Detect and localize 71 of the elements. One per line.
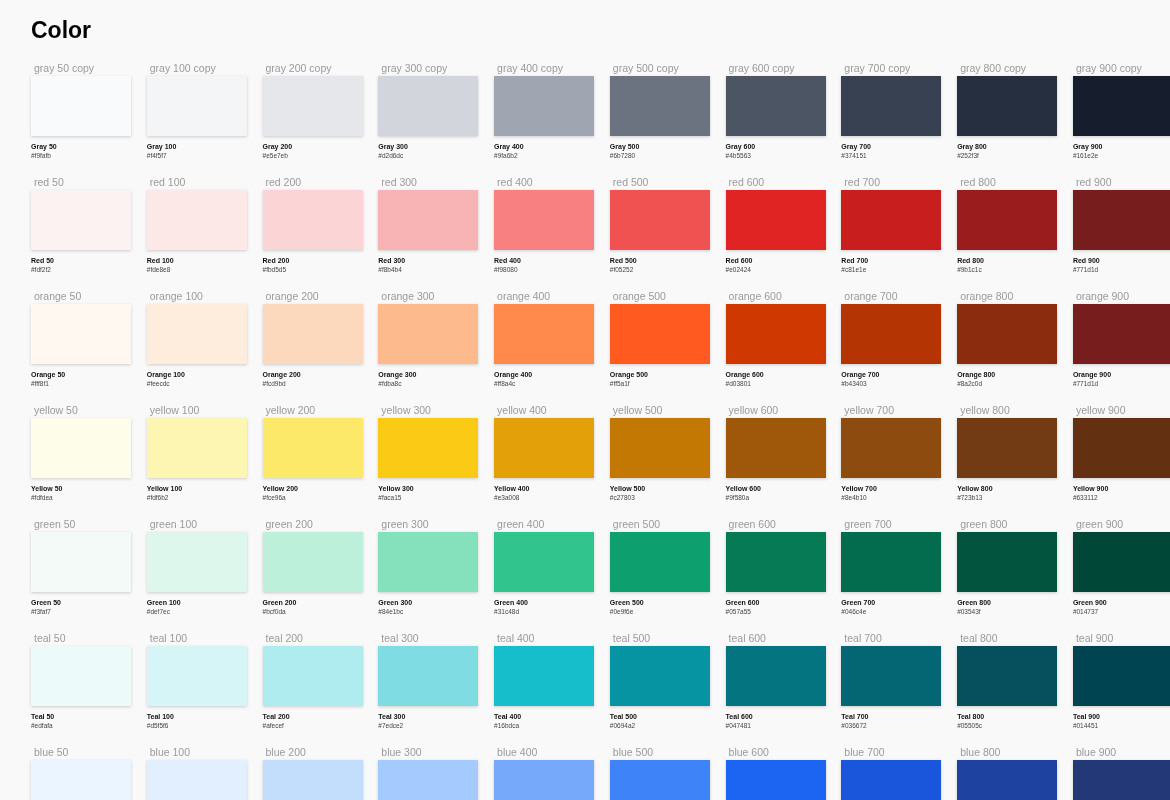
swatch-label: red 100 [148,175,186,189]
swatch-label: yellow 300 [380,403,431,417]
swatch-label: green 200 [264,517,313,531]
swatch-label: orange 400 [496,289,551,303]
swatch-label: orange 500 [611,289,666,303]
swatch-label: orange 200 [264,289,319,303]
swatch-label: red 200 [264,175,302,189]
swatch-label: teal 800 [959,631,998,645]
swatch-label: red 700 [843,175,880,189]
swatch-label: yellow 700 [843,403,894,417]
swatch-label: blue 400 [496,745,538,759]
swatch-label: teal 500 [611,631,651,645]
swatch-label: gray 300 copy [380,61,448,75]
swatch-label: yellow 900 [1074,403,1126,417]
swatch-label: yellow 400 [496,403,547,417]
swatch-label: yellow 500 [611,403,663,417]
swatch-label: green 500 [611,517,661,531]
swatch-label: orange 800 [959,289,1014,303]
swatch-label: blue 800 [959,745,1001,759]
swatch-label: gray 800 copy [959,61,1027,75]
swatch-label: red 50 [33,175,64,189]
swatch-label: orange 900 [1074,289,1130,303]
swatch-label: red 900 [1074,175,1112,189]
swatch-label: red 600 [727,175,765,189]
swatch-label: orange 100 [148,289,203,303]
swatch-label: red 500 [611,175,649,189]
swatch-label: green 800 [959,517,1008,531]
swatch-label: red 800 [959,175,996,189]
swatch-label: green 600 [727,517,776,531]
page-title: Color [31,16,92,45]
swatch-label: green 400 [496,517,545,531]
swatch-label: gray 600 copy [727,61,795,75]
swatch-label: teal 100 [148,631,188,645]
swatch-label: blue 300 [380,745,422,759]
swatch-label: gray 400 copy [496,61,564,75]
swatch-label: yellow 600 [727,403,779,417]
swatch-label: orange 300 [380,289,435,303]
swatch-label: gray 500 copy [611,61,679,75]
swatch-label: green 100 [148,517,198,531]
swatch-label: blue 600 [727,745,769,759]
swatch-label: gray 50 copy [33,61,95,75]
swatch-label: teal 600 [727,631,766,645]
swatch-label: teal 200 [264,631,303,645]
swatch-label: orange 700 [843,289,898,303]
swatch-label: blue 100 [148,745,191,759]
swatch-label: gray 700 copy [843,61,911,75]
swatch-label: blue 50 [33,745,69,759]
swatch-label: orange 600 [727,289,782,303]
swatch-label: red 400 [496,175,533,189]
swatch-label: teal 300 [380,631,419,645]
swatch-label: green 700 [843,517,892,531]
swatch-label: yellow 200 [264,403,316,417]
swatch-label: blue 900 [1074,745,1117,759]
swatch-label: green 900 [1074,517,1124,531]
swatch-label: orange 50 [33,289,82,303]
swatch-label: yellow 100 [148,403,200,417]
swatch-label: green 300 [380,517,429,531]
swatch-label: red 300 [380,175,417,189]
swatch-label: teal 700 [843,631,882,645]
swatch-label: teal 900 [1074,631,1114,645]
swatch-label: green 50 [33,517,76,531]
swatch-label: gray 900 copy [1074,61,1142,75]
swatch-label: blue 700 [843,745,885,759]
swatch-label: gray 200 copy [264,61,332,75]
swatch-label: blue 500 [611,745,654,759]
swatch-label: blue 200 [264,745,306,759]
swatch-label: teal 50 [33,631,66,645]
swatch-label: yellow 50 [33,403,78,417]
swatch-label: teal 400 [496,631,535,645]
swatch-label: gray 100 copy [148,61,216,75]
swatch-label: yellow 800 [959,403,1010,417]
